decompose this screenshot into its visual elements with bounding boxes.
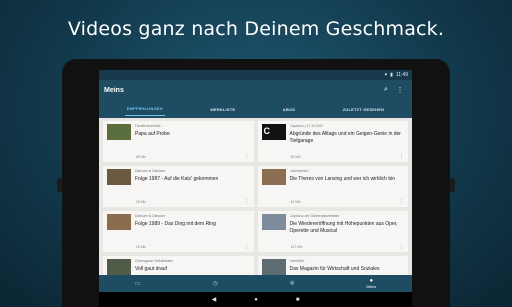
nav-tv[interactable]: ▭ bbox=[135, 280, 141, 287]
video-title: Die Wiedereröffnung mit Höhepunkten aus … bbox=[289, 221, 398, 234]
more-vert-icon[interactable]: ⋮ bbox=[245, 199, 250, 205]
video-title: Voll gaut drauf bbox=[135, 266, 167, 272]
promo-headline: Videos ganz nach Deinem Geschmack. bbox=[67, 18, 445, 40]
nav-history[interactable]: ◷ bbox=[212, 280, 217, 287]
video-thumbnail bbox=[107, 169, 131, 185]
wifi-icon: ▾ bbox=[384, 72, 388, 78]
video-title: Das Magazin für Wirtschaft und Soziales bbox=[289, 266, 380, 272]
capriccio-logo-icon: C bbox=[263, 126, 271, 136]
more-vert-icon[interactable]: ⋮ bbox=[399, 244, 404, 250]
video-duration: 28 Min bbox=[136, 245, 147, 249]
video-duration: 43 Min bbox=[290, 200, 301, 204]
video-thumbnail bbox=[107, 259, 131, 275]
tablet-side-button-left bbox=[57, 178, 62, 192]
video-duration: 28 Min bbox=[290, 155, 301, 159]
app-bar: Meins ⌕ ⋮ bbox=[99, 80, 412, 100]
nav-meins[interactable]: ● Meins bbox=[366, 278, 376, 289]
more-vert-icon[interactable]: ⋮ bbox=[399, 154, 404, 160]
tab-bar: EMPFEHLUNGEN MERKLISTE ABOS ZULETZT GESE… bbox=[99, 100, 412, 118]
video-duration: 28 Min bbox=[136, 200, 147, 204]
video-category: Familienkomödie bbox=[135, 124, 161, 128]
video-thumbnail: C bbox=[261, 124, 286, 140]
video-card[interactable]: Dahoam is Dahoam Folge 1987 - Auf die Ka… bbox=[103, 166, 254, 207]
video-title: Abgründe des Alltags und ein Geigen-Geni… bbox=[289, 131, 401, 144]
bottom-nav: ▭ ◷ ✲ ● Meins bbox=[99, 275, 412, 292]
video-category: Dahoam is Dahoam bbox=[135, 214, 165, 218]
more-vert-icon[interactable]: ⋮ bbox=[245, 154, 250, 160]
video-thumbnail bbox=[107, 124, 131, 140]
tab-empfehlungen[interactable]: EMPFEHLUNGEN bbox=[124, 102, 165, 116]
video-title: Folge 1987 - Auf die Katz' gekommen bbox=[135, 176, 219, 182]
video-meta: Capriccio | 17.10.2017 Abgründe des Allt… bbox=[290, 124, 405, 159]
video-category: mehrWert bbox=[289, 259, 305, 263]
recents-icon[interactable]: ■ bbox=[296, 297, 300, 303]
video-meta: Dahoam is Dahoam Folge 1987 - Auf die Ka… bbox=[135, 169, 250, 204]
video-card[interactable]: C Capriccio | 17.10.2017 Abgründe des Al… bbox=[257, 121, 408, 162]
video-category: Chiemgauer Volkstheater bbox=[135, 259, 174, 263]
video-thumbnail bbox=[107, 214, 131, 230]
more-vert-icon[interactable]: ⋮ bbox=[393, 86, 407, 94]
video-category: Dahoam is Dahoam bbox=[135, 169, 165, 173]
video-thumbnail bbox=[261, 169, 286, 185]
tv-icon: ▭ bbox=[134, 281, 141, 287]
gear-icon: ✲ bbox=[289, 281, 295, 287]
system-nav-bar: ◀ ● ■ bbox=[99, 292, 412, 307]
video-meta: Lebenslinien Die Theres von Lansing und … bbox=[290, 169, 405, 204]
clock-icon: ◷ bbox=[212, 281, 218, 287]
video-category: Capriccio am Gärtnerplatztheater bbox=[289, 214, 340, 218]
video-category: Lebenslinien bbox=[289, 169, 309, 173]
video-title: Folge 1989 - Das Ding mit dem Ring bbox=[135, 221, 216, 227]
video-meta: Familienkomödie Papa auf Probe bbox=[135, 124, 250, 159]
video-duration: 88 Min bbox=[136, 155, 147, 159]
home-icon[interactable]: ● bbox=[254, 297, 258, 303]
video-category: Capriccio | 17.10.2017 bbox=[289, 124, 324, 128]
more-vert-icon[interactable]: ⋮ bbox=[245, 244, 250, 250]
video-duration: 127 Min bbox=[290, 245, 303, 249]
nav-settings[interactable]: ✲ bbox=[290, 280, 295, 287]
user-icon: ● bbox=[369, 278, 374, 284]
video-title: Papa auf Probe bbox=[135, 131, 170, 137]
search-icon[interactable]: ⌕ bbox=[379, 86, 393, 94]
video-thumbnail bbox=[261, 259, 286, 275]
nav-meins-label: Meins bbox=[366, 285, 377, 289]
more-vert-icon[interactable]: ⋮ bbox=[399, 199, 404, 205]
back-icon[interactable]: ◀ bbox=[212, 296, 217, 303]
video-meta: Dahoam is Dahoam Folge 1989 - Das Ding m… bbox=[135, 214, 250, 249]
status-time: 11:49 bbox=[395, 72, 408, 78]
video-card[interactable]: Familienkomödie Papa auf Probe 88 Min ⋮ bbox=[103, 121, 254, 162]
video-meta: Capriccio am Gärtnerplatztheater Die Wie… bbox=[290, 214, 405, 249]
video-title: Die Theres von Lansing und wer ich wirkl… bbox=[289, 176, 396, 182]
battery-icon: ▮ bbox=[390, 72, 393, 78]
tab-merkliste[interactable]: MERKLISTE bbox=[208, 103, 237, 116]
tablet-side-button-right bbox=[450, 178, 455, 192]
tab-zuletzt-gesehen[interactable]: ZULETZT GESEHEN bbox=[341, 103, 386, 116]
app-screen: ▾ ▮ 11:49 Meins ⌕ ⋮ EMPFEHLUNGEN MERKLIS… bbox=[99, 70, 412, 307]
video-card[interactable]: Lebenslinien Die Theres von Lansing und … bbox=[257, 166, 408, 207]
video-card[interactable]: Capriccio am Gärtnerplatztheater Die Wie… bbox=[257, 211, 408, 252]
status-bar: ▾ ▮ 11:49 bbox=[99, 70, 412, 80]
app-title: Meins bbox=[104, 86, 124, 94]
video-card[interactable]: Dahoam is Dahoam Folge 1989 - Das Ding m… bbox=[103, 211, 254, 252]
tab-abos[interactable]: ABOS bbox=[281, 103, 297, 116]
video-thumbnail bbox=[261, 214, 286, 230]
video-grid: Familienkomödie Papa auf Probe 88 Min ⋮ … bbox=[99, 118, 412, 300]
